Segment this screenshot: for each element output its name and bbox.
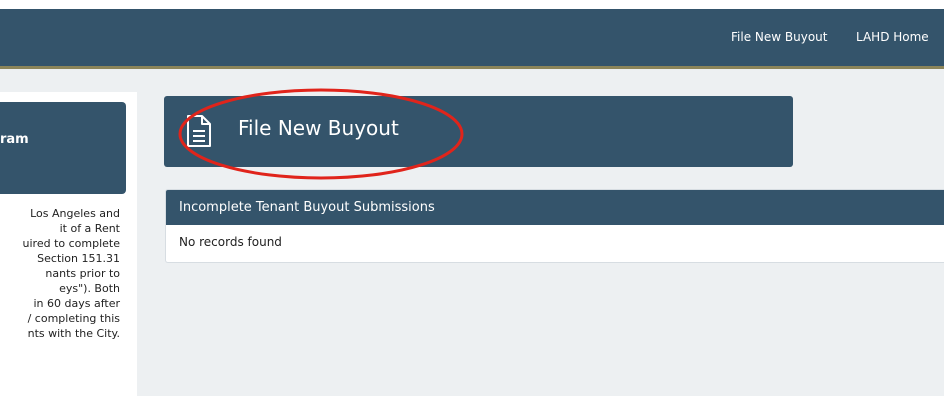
red-highlight-ellipse — [178, 88, 464, 180]
program-info-card: ram Los Angeles and it of a Rent uired t… — [0, 92, 137, 396]
program-info-line: Los Angeles and — [30, 207, 120, 220]
no-records-message: No records found — [179, 235, 282, 249]
top-navbar: File New Buyout LAHD Home — [0, 9, 944, 69]
nav-lahd-home-link[interactable]: LAHD Home — [856, 9, 929, 66]
program-info-line: eys"). Both — [59, 282, 120, 295]
clipped-top-text — [0, 0, 944, 9]
program-info-body: Los Angeles and it of a Rent uired to co… — [0, 206, 120, 341]
incomplete-submissions-title: Incomplete Tenant Buyout Submissions — [179, 200, 435, 215]
program-info-line: nants prior to — [45, 267, 120, 280]
incomplete-submissions-panel: Incomplete Tenant Buyout Submissions No … — [165, 189, 944, 263]
program-info-line: uired to complete — [22, 237, 120, 250]
nav-file-new-buyout-link[interactable]: File New Buyout — [731, 9, 827, 66]
program-info-line: Section 151.31 — [37, 252, 120, 265]
program-info-line: nts with the City. — [27, 327, 120, 340]
program-info-title: ram — [0, 132, 29, 147]
program-info-line: it of a Rent — [59, 222, 120, 235]
program-info-header: ram — [0, 102, 126, 194]
incomplete-submissions-header: Incomplete Tenant Buyout Submissions — [166, 190, 944, 225]
program-info-line: in 60 days after — [33, 297, 120, 310]
program-info-line: / completing this — [27, 312, 120, 325]
